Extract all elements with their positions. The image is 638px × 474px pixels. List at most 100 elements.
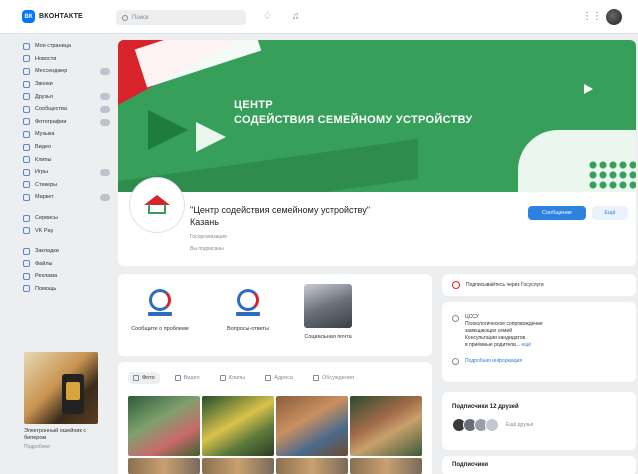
photo-thumbnail[interactable] — [202, 396, 274, 456]
vk-logo[interactable]: ВК ВКОНТАКТЕ — [22, 10, 83, 23]
info-block: ЦССУ Психологическое сопровождение замещ… — [442, 302, 636, 382]
sidebar-item-label: Игры — [35, 169, 48, 176]
search-input[interactable]: Поиск — [116, 10, 246, 25]
more-button[interactable]: Ещё — [592, 206, 628, 220]
group-name: "Центр содействия семейному устройству" … — [190, 205, 370, 227]
photo-thumbnail[interactable] — [202, 458, 274, 474]
counter-badge — [100, 118, 110, 126]
sidebar-item[interactable]: Звонки — [20, 78, 112, 91]
sidebar-item[interactable]: Помощь — [20, 283, 112, 296]
sidebar-item[interactable]: Музыка — [20, 128, 112, 141]
tab-icon — [219, 375, 226, 381]
user-avatar[interactable] — [606, 9, 622, 25]
sidebar-item-icon — [23, 67, 30, 75]
tab-icon — [133, 375, 139, 381]
gosuslugi-icon — [230, 284, 266, 320]
sidebar-item-label: VK Pay — [35, 227, 54, 234]
photo-thumbnail[interactable] — [276, 458, 348, 474]
notice-icon — [452, 281, 460, 289]
tab-3[interactable]: Адреса — [260, 372, 298, 384]
info-more-link[interactable]: ещё — [521, 342, 531, 348]
photo-thumbnail[interactable] — [128, 458, 200, 474]
sidebar-item[interactable]: Закладки — [20, 245, 112, 258]
ad-link[interactable]: Подробнее — [24, 444, 112, 450]
sidebar-item[interactable]: Сообщества — [20, 103, 112, 116]
grid-icon[interactable]: ⋮⋮ — [582, 11, 602, 22]
sidebar-item[interactable]: Сервисы — [20, 212, 112, 225]
tab-label: Обсуждения — [321, 375, 354, 381]
sidebar-item[interactable]: Игры — [20, 166, 112, 179]
sidebar-item-label: Сервисы — [35, 215, 58, 222]
link-label: Сообщите о проблеме — [131, 326, 189, 332]
gosuslugi-notice[interactable]: Подписывайтесь через Госуслуги — [442, 274, 636, 296]
group-avatar[interactable] — [130, 178, 184, 232]
sidebar-item-label: Музыка — [35, 131, 55, 138]
vk-logo-text: ВКОНТАКТЕ — [39, 13, 83, 20]
photo-thumbnail[interactable] — [276, 396, 348, 456]
sidebar-item[interactable]: Новости — [20, 53, 112, 66]
sidebar-item[interactable]: Маркет — [20, 191, 112, 204]
tab-label: Клипы — [228, 375, 246, 381]
tab-4[interactable]: Обсуждения — [308, 372, 359, 384]
bell-icon[interactable]: ♢ — [262, 11, 273, 22]
sidebar-item-icon — [23, 143, 30, 151]
sidebar-item-icon — [23, 118, 30, 126]
notice-text: Подписывайтесь через Госуслуги — [466, 282, 544, 288]
sidebar-item-label: Видео — [35, 144, 52, 151]
link-faq[interactable]: Вопросы-ответы — [218, 284, 278, 332]
friends-heading[interactable]: Подписчики 12 друзей — [452, 404, 626, 410]
sidebar-item-label: Файлы — [35, 260, 53, 267]
sidebar-item[interactable]: Друзья — [20, 90, 112, 103]
search-placeholder: Поиск — [132, 14, 149, 21]
sidebar-ad[interactable]: Электронный ошейник с бипером Подробнее — [24, 352, 112, 472]
sidebar-item-icon — [23, 227, 30, 235]
link-social-mail[interactable]: Социальная почта — [298, 284, 358, 340]
tab-label: Адреса — [274, 375, 293, 381]
sidebar-item[interactable]: Реклама — [20, 270, 112, 283]
sidebar-item-label: Клипы — [35, 156, 52, 163]
sidebar-item-label: Новости — [35, 55, 57, 62]
tab-0[interactable]: Фото — [128, 372, 160, 384]
sidebar-item[interactable]: Моя страница — [20, 40, 112, 53]
sidebar-item[interactable]: Видео — [20, 141, 112, 154]
sidebar-item-icon — [23, 42, 30, 50]
sidebar-item-icon — [23, 247, 30, 255]
photo-thumbnail[interactable] — [350, 396, 422, 456]
ad-title: Электронный ошейник с бипером — [24, 428, 87, 441]
tab-1[interactable]: Видео — [170, 372, 205, 384]
subscribed-status[interactable]: Вы подписаны — [190, 246, 224, 252]
sidebar-item[interactable]: Файлы — [20, 258, 112, 271]
sidebar-item[interactable]: VK Pay — [20, 224, 112, 237]
sidebar-item[interactable]: Мессенджер — [20, 65, 112, 78]
counter-badge — [100, 93, 110, 101]
music-icon[interactable]: ♫ — [290, 11, 301, 22]
tab-icon — [265, 375, 272, 381]
sidebar-item-icon — [23, 168, 30, 176]
sidebar-item-label: Закладки — [35, 248, 59, 255]
sidebar-item-label: Моя страница — [35, 43, 71, 50]
sidebar-item[interactable]: Клипы — [20, 153, 112, 166]
subscribers-heading[interactable]: Подписчики — [452, 462, 626, 468]
ad-image — [24, 352, 98, 424]
friends-more[interactable]: Ещё друзья — [506, 422, 533, 428]
sidebar-item[interactable]: Фотографии — [20, 116, 112, 129]
sidebar-item-icon — [23, 156, 30, 164]
counter-badge — [100, 194, 110, 202]
photo-thumbnail[interactable] — [350, 458, 422, 474]
sidebar-item-label: Помощь — [35, 285, 57, 292]
counter-badge — [100, 105, 110, 113]
message-button[interactable]: Сообщение — [528, 206, 586, 220]
sidebar-item-label: Стикеры — [35, 181, 58, 188]
sidebar-item-icon — [23, 272, 30, 280]
tab-label: Видео — [183, 375, 200, 381]
link-report-problem[interactable]: Сообщите о проблеме — [130, 284, 190, 332]
sidebar-item[interactable]: Стикеры — [20, 179, 112, 192]
friend-avatar[interactable] — [485, 418, 499, 432]
detailed-info-link[interactable]: Подробная информация — [452, 357, 626, 365]
group-header: "Центр содействия семейному устройству" … — [118, 178, 636, 266]
tab-label: Фото — [142, 375, 155, 381]
photo-thumbnail[interactable] — [128, 396, 200, 456]
tab-icon — [174, 375, 181, 381]
link-thumbnail — [304, 284, 352, 328]
tab-2[interactable]: Клипы — [215, 372, 250, 384]
